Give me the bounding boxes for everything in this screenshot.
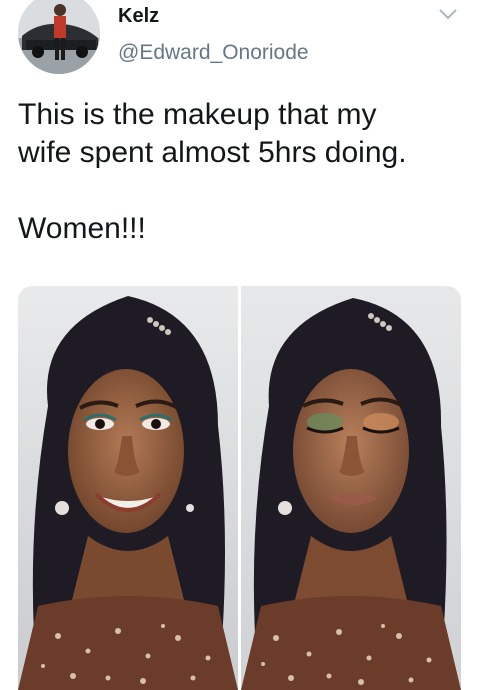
chevron-down-icon[interactable] — [436, 6, 460, 24]
tweet-text: This is the makeup that my wife spent al… — [18, 96, 468, 248]
tweet-media — [18, 286, 461, 690]
tweet-text-line: wife spent almost 5hrs doing. — [18, 136, 407, 169]
photo-eyes-closed[interactable] — [241, 286, 461, 690]
tweet-card: Kelz @Edward_Onoriode This is the makeup… — [0, 0, 480, 690]
avatar-image — [18, 0, 100, 74]
user-handle[interactable]: @Edward_Onoriode — [118, 40, 309, 66]
photo-smiling[interactable] — [18, 286, 238, 690]
display-name[interactable]: Kelz — [118, 4, 159, 28]
avatar[interactable] — [18, 0, 100, 74]
tweet-text-line: This is the makeup that my — [18, 98, 377, 131]
tweet-text-line: Women!!! — [18, 212, 146, 245]
